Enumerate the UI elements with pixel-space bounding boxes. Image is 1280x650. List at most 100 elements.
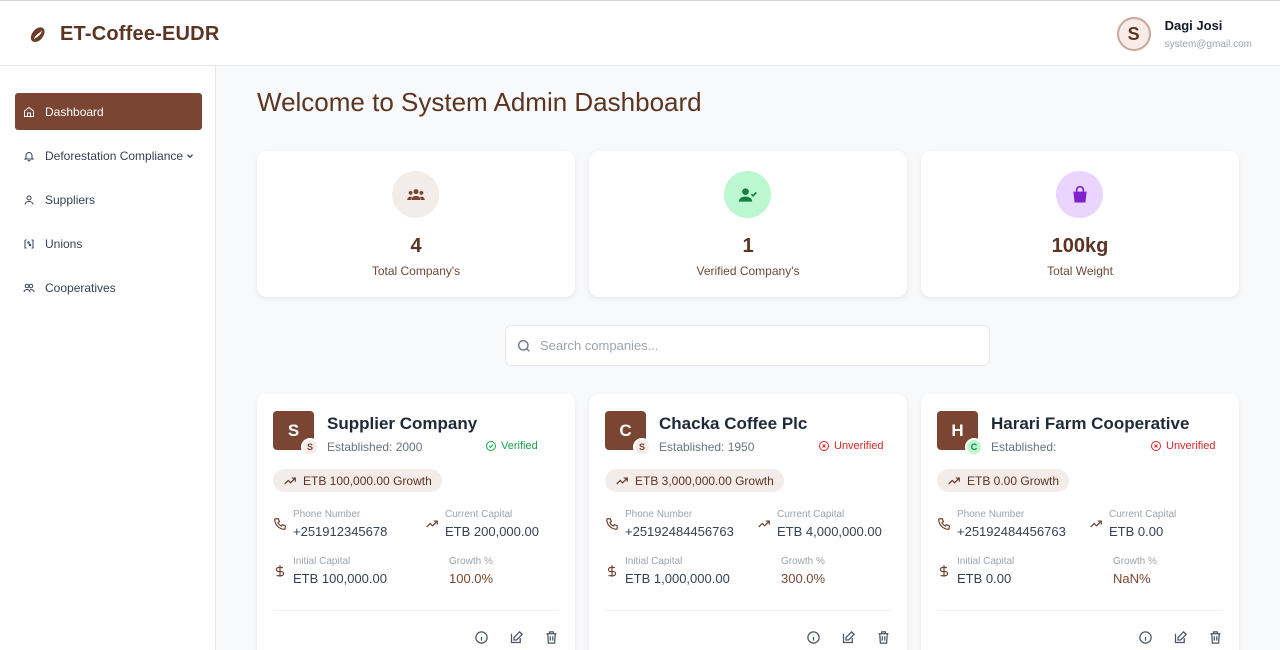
company-established: Established: 1950 [659, 440, 755, 454]
stat-label: Verified Company's [696, 264, 800, 278]
sidebar-item-cooperatives[interactable]: Cooperatives [15, 269, 202, 306]
trending-up-icon [426, 520, 438, 528]
company-card[interactable]: H C Harari Farm Cooperative Established:… [921, 394, 1239, 650]
info-icon[interactable] [1138, 630, 1153, 645]
growth-pill: ETB 0.00 Growth [937, 469, 1070, 492]
stat-icon-wrap [724, 171, 771, 218]
trash-icon[interactable] [1208, 630, 1223, 645]
phone-icon [274, 518, 286, 530]
edit-icon[interactable] [841, 630, 856, 645]
growth-pill: ETB 100,000.00 Growth [273, 469, 442, 492]
company-established: Established: [991, 440, 1057, 454]
dollar-icon [607, 565, 617, 577]
growth-text: ETB 0.00 Growth [967, 473, 1060, 488]
field-label: Initial Capital [293, 556, 351, 567]
search-input[interactable] [540, 338, 960, 353]
trash-icon[interactable] [876, 630, 891, 645]
user-check-icon [738, 187, 757, 202]
current-capital-value: ETB 0.00 [1109, 524, 1164, 539]
stat-value: 1 [742, 235, 754, 257]
sidebar: Dashboard Deforestation Compliance Suppl… [0, 66, 216, 650]
card-actions [474, 630, 559, 645]
chevron-down-icon[interactable] [185, 151, 195, 161]
sidebar-item-unions[interactable]: Unions [15, 225, 202, 262]
sidebar-item-label: Unions [45, 236, 83, 251]
status-badge: Unverified [1150, 440, 1216, 452]
sidebar-item-dashboard[interactable]: Dashboard [15, 93, 202, 130]
card-divider [605, 610, 891, 611]
current-capital-value: ETB 200,000.00 [445, 524, 539, 539]
growth-percent-value: 100.0% [449, 571, 494, 586]
edit-icon[interactable] [1173, 630, 1188, 645]
sidebar-item-label: Deforestation Compliance [45, 148, 184, 163]
stat-icon-wrap [1056, 171, 1103, 218]
status-badge: Verified [485, 440, 538, 452]
field-label: Current Capital [1109, 509, 1177, 520]
status-text: Unverified [834, 440, 884, 452]
field-label: Current Capital [445, 509, 513, 520]
stat-card-total-companies: 4 Total Company's [257, 151, 575, 297]
field-label: Current Capital [777, 509, 845, 520]
coffee-bean-icon [30, 26, 45, 42]
stat-icon-wrap [392, 171, 439, 218]
company-name: Chacka Coffee Plc [659, 414, 808, 433]
growth-pill: ETB 3,000,000.00 Growth [605, 469, 784, 492]
user-email: system@gmail.com [1164, 39, 1252, 50]
company-established: Established: 2000 [327, 440, 423, 454]
sidebar-item-deforestation-compliance[interactable]: Deforestation Compliance [15, 137, 202, 174]
trending-up-icon [1090, 520, 1102, 528]
dollar-icon [939, 565, 949, 577]
company-type-badge: S [301, 438, 319, 456]
phone-value: +25192484456763 [625, 524, 734, 539]
sidebar-item-label: Suppliers [45, 192, 96, 207]
x-circle-icon [819, 441, 829, 451]
trash-icon[interactable] [544, 630, 559, 645]
company-name: Supplier Company [327, 414, 478, 433]
field-label: Initial Capital [625, 556, 683, 567]
sidebar-item-label: Dashboard [45, 104, 104, 119]
group-icon [406, 188, 425, 200]
current-capital-value: ETB 4,000,000.00 [777, 524, 882, 539]
page-title: Welcome to System Admin Dashboard [257, 87, 702, 117]
info-icon[interactable] [474, 630, 489, 645]
search-icon [518, 339, 530, 352]
trending-up-icon [758, 520, 770, 528]
card-actions [1138, 630, 1223, 645]
initial-capital-value: ETB 0.00 [957, 571, 1012, 586]
phone-icon [606, 518, 618, 530]
status-badge: Unverified [818, 440, 884, 452]
company-card[interactable]: C S Chacka Coffee Plc Established: 1950 … [589, 394, 907, 650]
sidebar-item-suppliers[interactable]: Suppliers [15, 181, 202, 218]
company-type-badge: C [965, 438, 983, 456]
stat-card-total-weight: 100kg Total Weight [921, 151, 1239, 297]
weight-bag-icon [1072, 185, 1087, 202]
brand[interactable]: ET-Coffee-EUDR [28, 23, 219, 46]
info-icon[interactable] [806, 630, 821, 645]
trending-up-icon [616, 477, 628, 484]
edit-icon[interactable] [509, 630, 524, 645]
phone-value: +251912345678 [293, 524, 388, 539]
trending-up-icon [948, 477, 960, 484]
user-menu[interactable]: S Dagi Josi system@gmail.com [1116, 16, 1252, 51]
status-text: Unverified [1166, 440, 1216, 452]
field-label: Growth % [449, 556, 493, 567]
search-box [505, 325, 990, 366]
check-circle-icon [486, 441, 496, 451]
user-icon [24, 195, 34, 205]
stat-label: Total Weight [1047, 264, 1113, 278]
card-divider [273, 610, 559, 611]
stat-value: 4 [410, 235, 422, 257]
card-actions [806, 630, 891, 645]
bell-icon [23, 151, 35, 161]
initial-capital-value: ETB 1,000,000.00 [625, 571, 730, 586]
card-divider [937, 610, 1223, 611]
avatar[interactable]: S [1116, 17, 1151, 51]
app-title: ET-Coffee-EUDR [60, 23, 220, 45]
field-label: Phone Number [957, 509, 1025, 520]
field-label: Phone Number [625, 509, 693, 520]
stat-value: 100kg [1051, 235, 1109, 257]
field-label: Phone Number [293, 509, 361, 520]
company-card[interactable]: S S Supplier Company Established: 2000 V… [257, 394, 575, 650]
growth-text: ETB 100,000.00 Growth [303, 473, 432, 488]
users-icon [23, 283, 35, 292]
